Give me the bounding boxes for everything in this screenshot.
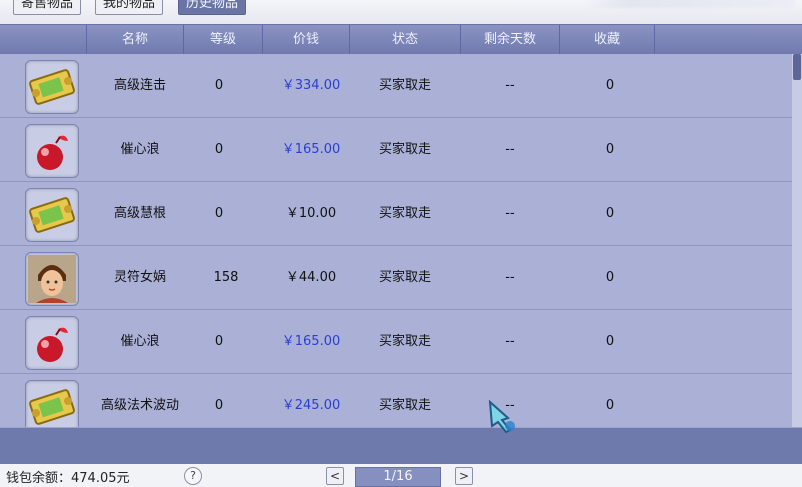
item-status: 买家取走 bbox=[378, 206, 431, 221]
item-level: 0 bbox=[214, 206, 224, 221]
scrollbar-thumb[interactable] bbox=[793, 54, 801, 80]
item-favorite-count: 0 bbox=[605, 270, 615, 285]
scroll-icon bbox=[25, 380, 79, 427]
next-page-button[interactable]: > bbox=[455, 467, 473, 485]
item-name: 高级法术波动 bbox=[100, 398, 179, 413]
header-level[interactable]: 等级 bbox=[184, 25, 263, 54]
item-name: 灵符女娲 bbox=[113, 270, 166, 285]
item-price: ￥334.00 bbox=[281, 78, 341, 93]
prev-page-button[interactable]: < bbox=[326, 467, 344, 485]
item-name: 催心浪 bbox=[120, 334, 160, 349]
item-name: 高级连击 bbox=[113, 78, 166, 93]
item-status: 买家取走 bbox=[378, 398, 431, 413]
item-days-left: -- bbox=[505, 142, 515, 157]
item-favorite-count: 0 bbox=[605, 78, 615, 93]
item-favorite-count: 0 bbox=[605, 398, 615, 413]
table-row[interactable]: 高级连击 0 ￥334.00 买家取走 -- 0 bbox=[0, 54, 792, 118]
item-name: 催心浪 bbox=[120, 142, 160, 157]
header-status[interactable]: 状态 bbox=[350, 25, 461, 54]
table-row[interactable]: 催心浪 0 ￥165.00 买家取走 -- 0 bbox=[0, 310, 792, 374]
header-price[interactable]: 价钱 bbox=[263, 25, 350, 54]
vertical-scrollbar[interactable] bbox=[792, 54, 802, 427]
item-days-left: -- bbox=[505, 334, 515, 349]
item-level: 158 bbox=[213, 270, 239, 285]
history-panel: 名称 等级 价钱 状态 剩余天数 收藏 高级连击 0 ￥334.00 买家取走 … bbox=[0, 24, 802, 464]
item-level: 0 bbox=[214, 398, 224, 413]
tab-history[interactable]: 历史物品 bbox=[178, 0, 247, 15]
header-favorite[interactable]: 收藏 bbox=[560, 25, 655, 54]
table-row[interactable]: 高级法术波动 0 ￥245.00 买家取走 -- 0 bbox=[0, 374, 792, 427]
item-status: 买家取走 bbox=[378, 270, 431, 285]
item-price: ￥165.00 bbox=[281, 142, 341, 157]
item-status: 买家取走 bbox=[378, 78, 431, 93]
page-indicator: 1/16 bbox=[355, 467, 441, 487]
item-name: 高级慧根 bbox=[113, 206, 166, 221]
item-price: ￥165.00 bbox=[281, 334, 341, 349]
item-level: 0 bbox=[214, 78, 224, 93]
item-price: ￥245.00 bbox=[281, 398, 341, 413]
item-favorite-count: 0 bbox=[605, 206, 615, 221]
scroll-icon bbox=[25, 188, 79, 242]
table-row[interactable]: 高级慧根 0 ￥10.00 买家取走 -- 0 bbox=[0, 182, 792, 246]
item-favorite-count: 0 bbox=[605, 334, 615, 349]
item-level: 0 bbox=[214, 334, 224, 349]
item-status: 买家取走 bbox=[378, 334, 431, 349]
wallet-balance: 钱包余额：474.05元 bbox=[6, 471, 130, 486]
header-icon-col bbox=[0, 25, 87, 54]
item-days-left: -- bbox=[505, 78, 515, 93]
item-level: 0 bbox=[214, 142, 224, 157]
item-price: ￥44.00 bbox=[285, 270, 337, 285]
tab-my-items[interactable]: 我的物品 bbox=[95, 0, 164, 15]
tab-consignment[interactable]: 寄售物品 bbox=[13, 0, 82, 15]
item-status: 买家取走 bbox=[378, 142, 431, 157]
footer-bar: 钱包余额：474.05元 ? < 1/16 > bbox=[0, 458, 802, 487]
help-icon[interactable]: ? bbox=[184, 467, 202, 485]
table-header: 名称 等级 价钱 状态 剩余天数 收藏 bbox=[0, 24, 802, 55]
item-favorite-count: 0 bbox=[605, 142, 615, 157]
blurred-watermark bbox=[585, 0, 795, 8]
scroll-icon bbox=[25, 60, 79, 114]
pointer-cursor-icon bbox=[488, 399, 522, 438]
item-list: 高级连击 0 ￥334.00 买家取走 -- 0 催心浪 0 ￥165.00 买… bbox=[0, 54, 792, 427]
table-row[interactable]: 催心浪 0 ￥165.00 买家取走 -- 0 bbox=[0, 118, 792, 182]
header-name[interactable]: 名称 bbox=[87, 25, 184, 54]
tab-bar: 寄售物品 我的物品 历史物品 bbox=[0, 0, 802, 24]
red-orb-icon bbox=[25, 124, 79, 178]
item-price: ￥10.00 bbox=[285, 206, 337, 221]
header-days-left[interactable]: 剩余天数 bbox=[461, 25, 560, 54]
table-row[interactable]: 灵符女娲 158 ￥44.00 买家取走 -- 0 bbox=[0, 246, 792, 310]
item-days-left: -- bbox=[505, 206, 515, 221]
item-days-left: -- bbox=[505, 270, 515, 285]
red-orb-icon bbox=[25, 316, 79, 370]
character-portrait-icon bbox=[25, 252, 79, 306]
